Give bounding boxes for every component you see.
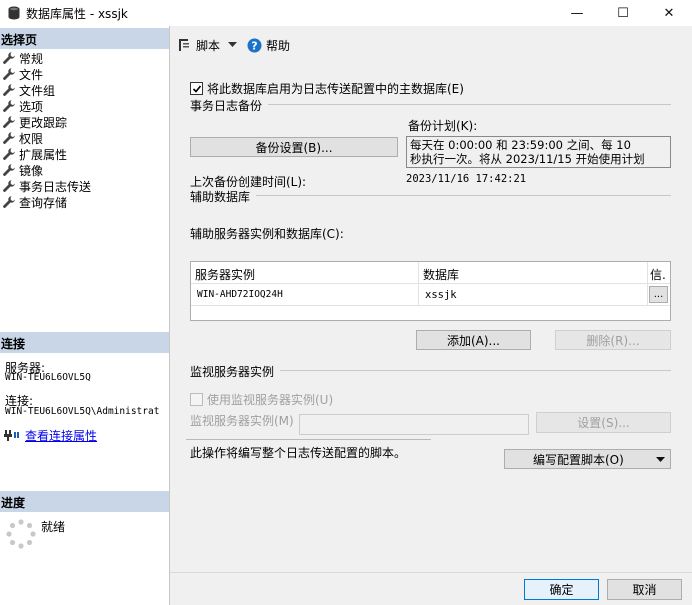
backup-settings-button[interactable]: 备份设置(B)... [190,137,398,157]
database-icon [8,6,20,20]
monitor-settings-button[interactable]: 设置(S)... [536,412,671,433]
minimize-icon: — [570,5,584,21]
sidebar-item[interactable]: 扩展属性 [2,146,67,162]
script-label: 脚本 [196,38,221,53]
sidebar-item[interactable]: 查询存储 [2,194,67,210]
sidebar-item-label: 镜像 [19,163,44,178]
add-button[interactable]: 添加(A)... [416,330,531,350]
use-monitor-label: 使用监视服务器实例(U) [207,393,334,407]
backup-schedule-box: 每天在 0:00:00 和 23:59:00 之间、每 10 秒执行一次。将从 … [406,136,671,168]
secondary-instances-label: 辅助服务器实例和数据库(C): [190,227,344,241]
wrench-icon [3,116,15,128]
progress-header: 进度 [0,491,169,512]
wrench-icon [3,84,15,96]
help-label: 帮助 [266,38,291,53]
connection-header: 连接 [0,332,169,353]
monitor-instance-input[interactable] [299,414,529,435]
progress-status: 就绪 [41,520,66,534]
progress-spinner-icon [6,519,36,549]
grid-header-server[interactable]: 服务器实例 [191,262,419,284]
sidebar-item-label: 更改跟踪 [19,115,68,130]
grid-cell-database[interactable]: xssjk [419,284,648,306]
sidebar-item[interactable]: 文件组 [2,82,55,98]
sidebar-item-label: 文件组 [19,83,56,98]
monitor-divider [280,370,671,371]
tx-log-backup-title: 事务日志备份 [190,99,263,113]
enable-primary-row[interactable]: 将此数据库启用为日志传送配置中的主数据库(E) [190,80,464,97]
script-config-label: 编写配置脚本(O) [533,452,624,467]
enable-primary-label: 将此数据库启用为日志传送配置中的主数据库(E) [207,82,464,96]
left-panel: 选择页 常规 文件 文件组 选项 更改跟踪 权限 扩展属性 镜像 事务日志传送 查询存储 连接 服… [0,26,170,605]
secondary-db-divider [256,195,671,196]
checkmark-icon [192,84,201,93]
secondary-db-title: 辅助数据库 [190,190,251,204]
cancel-button[interactable]: 取消 [607,579,682,600]
svg-text:?: ? [251,39,257,52]
close-icon: ✕ [663,5,675,21]
connection-value: WIN-TEU6L6OVL5Q\Administrat [5,406,160,417]
sidebar-item[interactable]: 文件 [2,66,43,82]
secondary-instances-grid[interactable]: 服务器实例 数据库 信. WIN-AHD72IOQ24H xssjk ... [190,261,671,321]
close-button[interactable]: ✕ [646,0,692,26]
sidebar-item[interactable]: 权限 [2,130,43,146]
monitor-instance-label: 监视服务器实例(M) [190,414,294,428]
backup-schedule-line-2: 秒执行一次。将从 2023/11/15 开始使用计划 [410,152,645,166]
sidebar-item[interactable]: 常规 [2,50,43,66]
window-title: 数据库属性 - xssjk [26,7,128,21]
use-monitor-checkbox[interactable] [190,393,203,406]
script-menu-button[interactable]: 脚本 [178,36,238,54]
sidebar-item[interactable]: 镜像 [2,162,43,178]
script-icon [179,39,189,51]
wrench-icon [3,68,15,80]
script-note: 此操作将编写整个日志传送配置的脚本。 [190,446,407,460]
script-config-button[interactable]: 编写配置脚本(O) [504,449,671,469]
grid-cell-action: ... [648,284,670,306]
wrench-icon [3,100,15,112]
footer-divider [170,572,692,573]
grid-cell-server[interactable]: WIN-AHD72IOQ24H [191,284,419,306]
help-icon: ? [247,38,262,52]
chevron-down-icon [228,42,238,47]
sidebar-item[interactable]: 更改跟踪 [2,114,67,130]
wrench-icon [3,132,15,144]
sidebar-item-label: 文件 [19,67,44,82]
maximize-button[interactable]: ☐ [600,0,646,26]
wrench-icon [3,180,15,192]
backup-schedule-label: 备份计划(K): [408,119,478,133]
grid-header-info[interactable]: 信. [648,262,670,284]
grid-row-ellipsis-button[interactable]: ... [649,286,668,303]
wrench-icon [3,196,15,208]
sidebar-item-label: 事务日志传送 [19,179,92,194]
title-bar: 数据库属性 - xssjk — ☐ ✕ [0,0,692,26]
wrench-icon [3,52,15,64]
backup-schedule-line-1: 每天在 0:00:00 和 23:59:00 之间、每 10 [410,138,631,152]
sidebar-item-label: 常规 [19,51,44,66]
plug-icon [4,430,19,441]
maximize-icon: ☐ [617,5,629,21]
minimize-button[interactable]: — [554,0,600,26]
use-monitor-row[interactable]: 使用监视服务器实例(U) [190,391,333,408]
remove-button[interactable]: 删除(R)... [555,330,671,350]
dropdown-arrow-icon [656,457,665,462]
server-value: WIN-TEU6L6OVL5Q [5,372,91,383]
last-backup-value: 2023/11/16 17:42:21 [406,173,527,185]
sidebar-item-label: 权限 [19,131,44,146]
wrench-icon [3,164,15,176]
view-connection-properties-link[interactable]: 查看连接属性 [25,427,97,444]
select-page-header: 选择页 [0,28,169,49]
wrench-icon [3,148,15,160]
help-button[interactable]: ? 帮助 [247,36,290,54]
enable-primary-checkbox[interactable] [190,82,203,95]
sidebar-item[interactable]: 选项 [2,98,43,114]
ok-button[interactable]: 确定 [524,579,599,600]
tx-log-backup-divider [268,104,671,105]
sidebar-item-label: 选项 [19,99,44,114]
monitor-title: 监视服务器实例 [190,365,275,379]
sidebar-item-label: 扩展属性 [19,147,68,162]
grid-header-database[interactable]: 数据库 [419,262,648,284]
script-divider [186,439,431,440]
sidebar-item-label: 查询存储 [19,195,68,210]
sidebar-item[interactable]: 事务日志传送 [2,178,91,194]
